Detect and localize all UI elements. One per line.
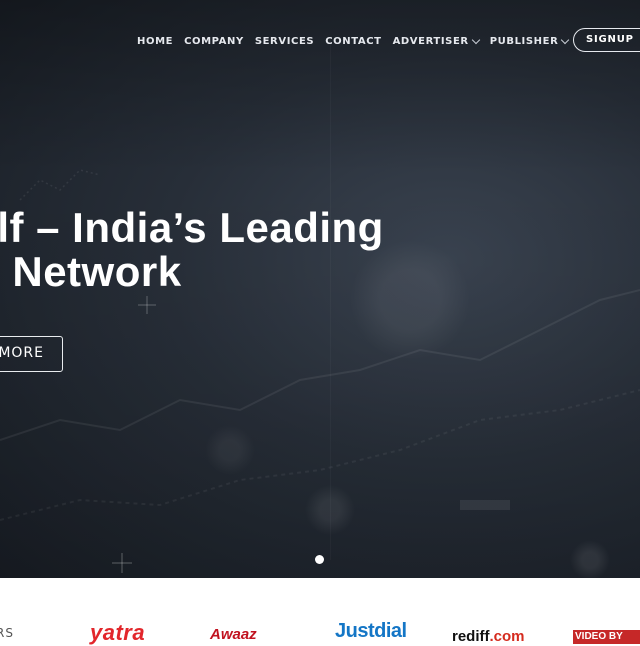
chevron-down-icon [561,35,570,44]
partner-logo-script: Awaaz [210,626,257,643]
partner-logo-rediff: rediff.com [452,628,525,645]
nav-item-label: SERVICES [254,35,315,47]
read-more-button[interactable]: MORE [0,336,63,372]
nav-item-label: CONTACT [325,35,382,47]
nav-item-publisher[interactable]: PUBLISHER [489,35,570,47]
nav-item-label: ADVERTISER [392,35,469,47]
partners-label: RS [0,626,14,640]
nav-item-company[interactable]: COMPANY [184,36,244,47]
nav-item-contact[interactable]: CONTACT [325,36,381,47]
partner-logo-video: VIDEO BY [573,630,640,644]
headline-line-1: wolf – India’s Leading [0,204,384,251]
hero-banner: HOME COMPANY SERVICES CONTACT ADVERTISER… [0,0,640,578]
slider-dot-active[interactable] [315,555,324,564]
nav-item-services[interactable]: SERVICES [255,36,314,47]
nav-item-label: COMPANY [184,35,244,47]
rediff-name: rediff [452,628,490,645]
nav-item-home[interactable]: HOME [137,36,173,47]
nav-item-advertiser[interactable]: ADVERTISER [392,35,480,47]
signup-button[interactable]: SIGNUP [573,28,640,52]
headline-line-2: ate Network [0,248,182,295]
nav-item-label: HOME [137,35,174,47]
chevron-down-icon [471,35,480,44]
partner-logo-yatra: yatra [90,620,146,645]
nav-item-label: PUBLISHER [489,35,559,47]
rediff-suffix: .com [489,628,525,645]
main-nav: HOME COMPANY SERVICES CONTACT ADVERTISER… [137,30,640,52]
hero-headline: wolf – India’s Leading ate Network [0,206,384,294]
